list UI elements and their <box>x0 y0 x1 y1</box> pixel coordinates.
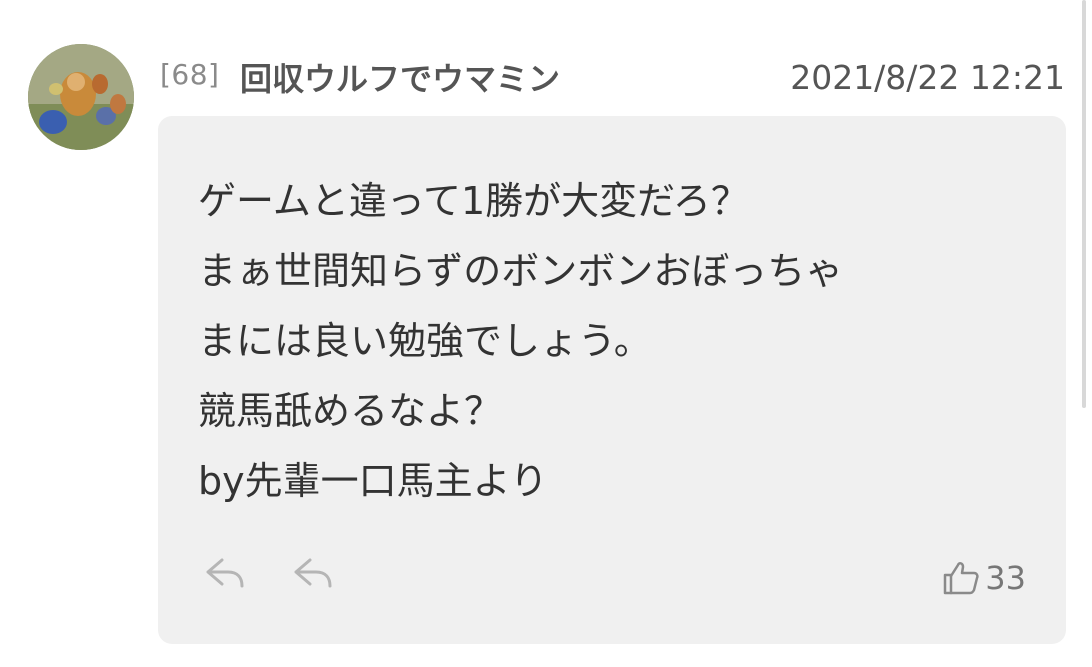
comment-line: 競馬舐めるなよ？ <box>198 389 503 433</box>
author-name[interactable]: 回収ウルフでウマミン <box>240 54 560 100</box>
thumbs-up-icon <box>944 562 979 595</box>
reply-arrow-icon[interactable] <box>202 552 248 596</box>
comment-text: ゲームと違って1勝が大変だろ？ まぁ世間知らずのボンボンおぼっちゃ まには良い勉… <box>198 166 1038 516</box>
comment-line: by先輩一口馬主より <box>198 459 548 503</box>
comment-line: まには良い勉強でしょう。 <box>198 319 652 363</box>
post-number: [68] <box>160 58 220 91</box>
scrollbar[interactable] <box>1082 0 1086 408</box>
comment-line: ゲームと違って1勝が大変だろ？ <box>198 179 749 223</box>
comment-page: [68] 回収ウルフでウマミン 2021/8/22 12:21 ゲームと違って1… <box>0 0 1092 667</box>
reply-arrow-icon[interactable] <box>290 552 336 596</box>
like-count: 33 <box>985 559 1026 597</box>
post-header: [68] 回収ウルフでウマミン 2021/8/22 12:21 <box>160 52 1065 102</box>
post-timestamp: 2021/8/22 12:21 <box>790 58 1065 97</box>
comment-bubble: ゲームと違って1勝が大変だろ？ まぁ世間知らずのボンボンおぼっちゃ まには良い勉… <box>158 116 1066 644</box>
avatar[interactable] <box>28 44 134 150</box>
like-button[interactable]: 33 <box>941 556 1026 600</box>
avatar-image <box>28 44 134 150</box>
comment-line: まぁ世間知らずのボンボンおぼっちゃ <box>198 249 844 293</box>
